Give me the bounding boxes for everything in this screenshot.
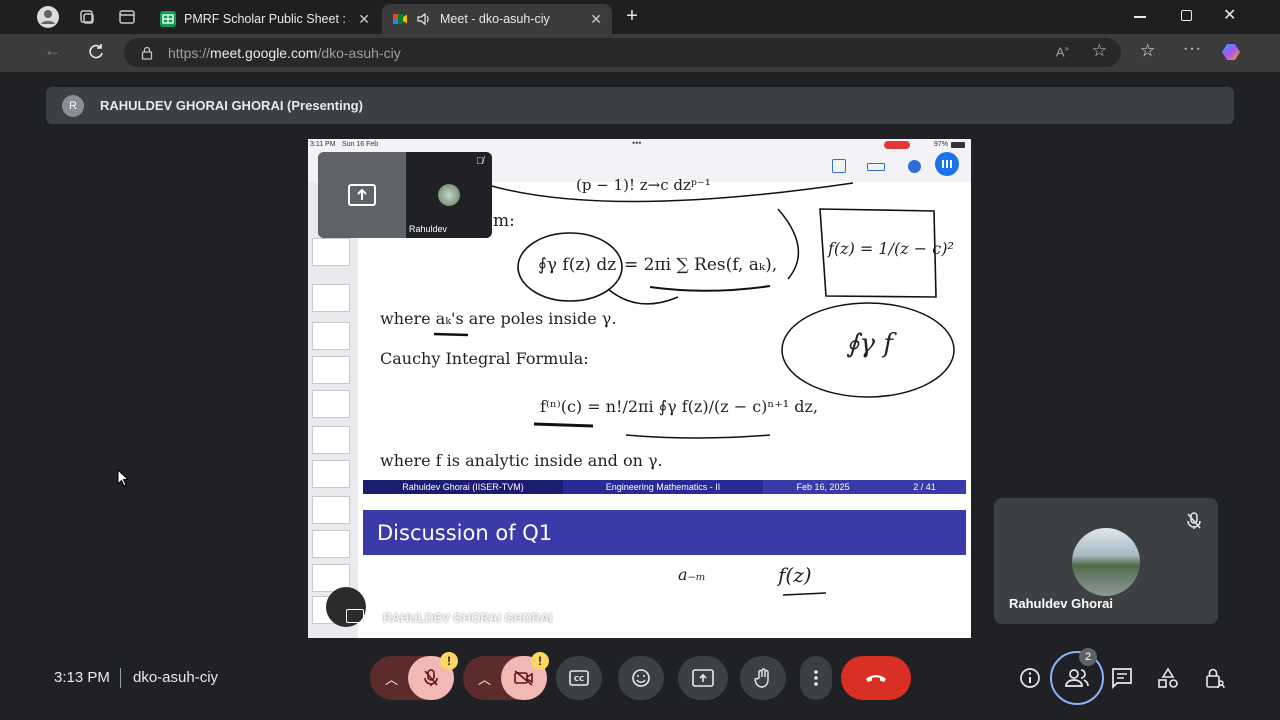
more-options-button[interactable] xyxy=(800,656,832,700)
residue-lhs: ∮γ f(z) dz xyxy=(538,255,617,275)
tab-bar: PMRF Scholar Public Sheet : Janua ✕ Meet… xyxy=(0,0,1280,34)
present-icon xyxy=(348,184,376,206)
handwriting-fz: f(z) xyxy=(778,563,812,587)
shapes-icon xyxy=(1158,667,1178,688)
footer-author: Rahuldev Ghorai (IISER-TVM) xyxy=(363,480,563,494)
copilot-icon[interactable] xyxy=(1221,41,1243,63)
present-icon xyxy=(692,669,714,687)
chat-button[interactable] xyxy=(1110,666,1134,690)
new-tab-button[interactable]: + xyxy=(622,6,642,26)
camera-off-icon xyxy=(514,670,533,686)
presenting-label: RAHULDEV GHORAI GHORAI (Presenting) xyxy=(100,98,363,113)
handwriting-top: (p − 1)! z→c dzᵖ⁻¹ xyxy=(576,176,711,194)
self-name: Rahuldev xyxy=(409,224,448,234)
lock-icon[interactable] xyxy=(140,46,154,60)
info-icon xyxy=(1020,668,1040,688)
chevron-up-icon: ︿ xyxy=(385,671,399,687)
sheets-icon xyxy=(160,11,176,27)
chevron-up-icon: ︿ xyxy=(478,671,492,687)
self-share-panel xyxy=(318,152,406,238)
tab-title: PMRF Scholar Public Sheet : Janua xyxy=(184,12,350,26)
tab-title: Meet - dko-asuh-ciy xyxy=(440,12,550,26)
people-count-badge: 2 xyxy=(1079,648,1097,666)
tab-actions-icon[interactable] xyxy=(118,8,136,26)
restore-button[interactable] xyxy=(1181,10,1192,21)
activities-button[interactable] xyxy=(1156,666,1180,690)
avatar: R xyxy=(62,94,84,117)
next-slide-title: Discussion of Q1 xyxy=(363,510,966,555)
minimize-button[interactable] xyxy=(1134,16,1146,18)
more-options-icon[interactable]: ··· xyxy=(1183,40,1202,58)
close-icon[interactable]: ✕ xyxy=(590,11,602,28)
slide-footer: Rahuldev Ghorai (IISER-TVM) Engineering … xyxy=(363,480,966,494)
favorites-icon[interactable]: ☆ xyxy=(1140,41,1155,61)
where-analytic: where f is analytic inside and on γ. xyxy=(380,451,663,470)
url-path: /dko-asuh-ciy xyxy=(317,44,401,61)
handwriting-circle: ∮γ f xyxy=(846,329,893,359)
presenting-banner: R RAHULDEV GHORAI GHORAI (Presenting) xyxy=(46,87,1234,124)
hand-icon xyxy=(754,668,769,688)
tab-sheets[interactable]: PMRF Scholar Public Sheet : Janua ✕ xyxy=(150,4,380,34)
cif-formula: f⁽ⁿ⁾(c) = n!/2πi ∮γ f(z)/(z − c)ⁿ⁺¹ dz, xyxy=(540,397,819,416)
meeting-time: 3:13 PM xyxy=(54,669,110,686)
mic-off-icon xyxy=(424,669,438,686)
speaker-icon[interactable] xyxy=(416,11,432,27)
lock-person-icon xyxy=(1206,668,1225,689)
handwriting-note: f(z) = 1/(z − c)² xyxy=(828,239,954,258)
tab-meet[interactable]: Meet - dko-asuh-ciy ✕ xyxy=(382,4,612,34)
self-tile[interactable]: 🎙̸ Rahuldev xyxy=(318,152,492,238)
footer-course: Engineering Mathematics - II xyxy=(563,480,763,494)
url-domain: meet.google.com xyxy=(210,44,318,61)
present-now-button[interactable] xyxy=(678,656,728,700)
more-vert-icon xyxy=(814,670,818,686)
back-button[interactable]: ← xyxy=(44,40,64,64)
meeting-details-button[interactable] xyxy=(1018,666,1042,690)
cif-title: Cauchy Integral Formula: xyxy=(380,349,589,368)
read-aloud-icon[interactable]: A» xyxy=(1056,44,1069,59)
favorite-star-icon[interactable]: ☆ xyxy=(1092,41,1107,61)
footer-page: 2 / 41 xyxy=(883,480,966,494)
host-controls-button[interactable] xyxy=(1203,666,1227,690)
close-window-button[interactable]: ✕ xyxy=(1223,5,1239,25)
workspaces-icon[interactable] xyxy=(78,8,96,26)
handwriting-a: a₋ₘ xyxy=(678,565,706,584)
mic-warning-icon: ! xyxy=(440,652,458,670)
residue-rhs: = 2πi ∑ Res(f, aₖ), xyxy=(624,255,778,275)
self-avatar xyxy=(438,184,460,206)
meeting-code: dko-asuh-ciy xyxy=(133,669,219,686)
mouse-cursor-icon xyxy=(117,468,130,492)
camera-warning-icon: ! xyxy=(531,652,549,670)
reload-icon[interactable] xyxy=(86,42,106,62)
svg-text:CC: CC xyxy=(574,675,584,683)
meet-icon xyxy=(392,11,408,27)
mic-off-icon xyxy=(1186,512,1202,530)
raise-hand-button[interactable] xyxy=(740,656,786,700)
captions-button[interactable]: CC xyxy=(556,656,602,700)
chat-icon xyxy=(1112,668,1132,689)
present-screen-icon xyxy=(346,609,364,623)
where-poles: where aₖ's are poles inside γ. xyxy=(380,309,617,328)
captions-icon: CC xyxy=(569,670,589,686)
profile-icon[interactable] xyxy=(37,6,59,28)
participant-avatar xyxy=(1072,528,1140,596)
presenter-overlay-name: RAHULDEV GHORAI GHORAI xyxy=(383,611,553,625)
leave-call-button[interactable] xyxy=(841,656,911,700)
hang-up-icon xyxy=(866,675,886,682)
close-icon[interactable]: ✕ xyxy=(358,11,370,28)
url-field[interactable]: https://meet.google.com/dko-asuh-ciy A» … xyxy=(124,38,1121,67)
participant-name: Rahuldev Ghorai xyxy=(1009,596,1114,611)
mic-off-icon: 🎙̸ xyxy=(476,156,484,167)
reactions-button[interactable] xyxy=(618,656,664,700)
emoji-icon xyxy=(632,669,650,687)
divider xyxy=(120,668,121,688)
slide-theorem-end: m: xyxy=(493,211,515,231)
footer-date: Feb 16, 2025 xyxy=(763,480,883,494)
url-prefix: https:// xyxy=(168,44,211,61)
people-icon xyxy=(1065,669,1089,687)
